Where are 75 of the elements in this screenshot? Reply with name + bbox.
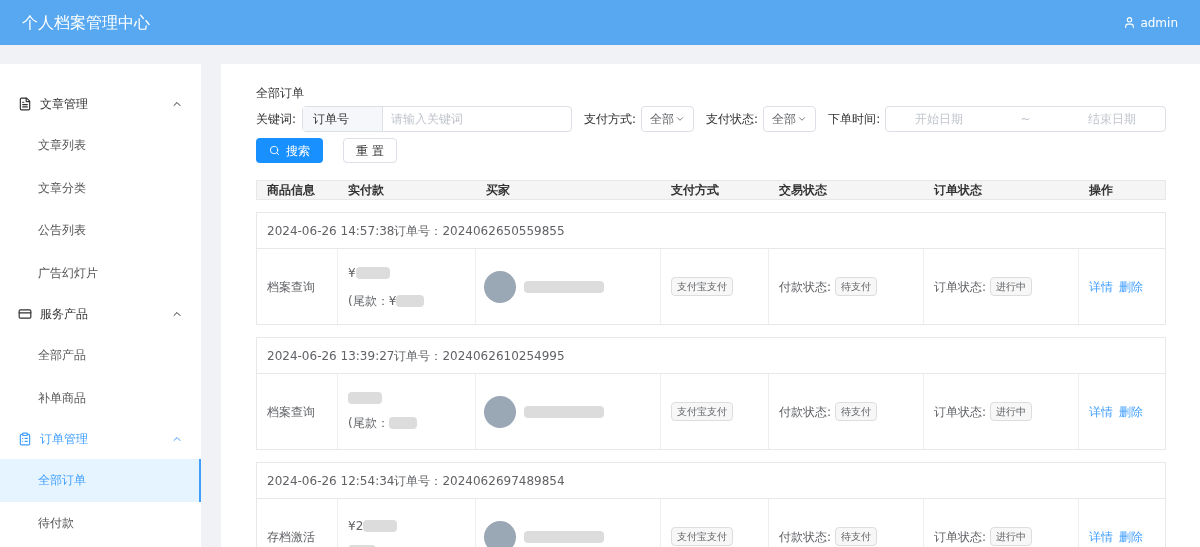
paid-amount: ¥2	[348, 517, 364, 535]
avatar	[484, 520, 516, 547]
product-name: 存档激活	[267, 528, 315, 546]
blurred-text	[396, 294, 425, 307]
product-name: 档案查询	[267, 278, 315, 296]
paid-amount: ¥	[348, 264, 356, 282]
page-title: 全部订单	[256, 85, 305, 102]
select-value: 全部	[772, 111, 797, 128]
menu-item[interactable]: 广告幻灯片	[0, 251, 201, 294]
chevron-down-icon	[797, 114, 808, 124]
filter-label: 支付方式:	[584, 111, 637, 128]
pay-method-select[interactable]: 全部	[641, 106, 695, 132]
menu-item[interactable]: 公告列表	[0, 209, 201, 252]
pay-method-tag: 支付宝支付	[671, 527, 733, 546]
status-label: 订单状态:	[934, 278, 987, 296]
menu-item[interactable]: 待付款	[0, 501, 201, 544]
menu-icon	[18, 432, 32, 446]
pay-status-select[interactable]: 全部	[763, 106, 817, 132]
range-separator: ~	[1020, 111, 1031, 128]
status-label: 付款状态:	[779, 403, 832, 421]
menu-group-label: 文章管理	[40, 96, 89, 113]
keyword-field[interactable]: 订单号 请输入关键词	[302, 106, 573, 132]
menu-icon	[18, 307, 32, 321]
menu-item[interactable]: 全部产品	[0, 334, 201, 377]
pay-status-tag: 待支付	[835, 402, 878, 421]
blurred-text	[348, 391, 382, 404]
pay-status-tag: 待支付	[835, 527, 878, 546]
order-meta: 2024-06-26 13:39:27订单号：2024062610254995	[267, 347, 565, 365]
filter-label: 支付状态:	[706, 111, 759, 128]
column-header: 实付款	[347, 182, 385, 199]
pay-method-tag: 支付宝支付	[671, 402, 733, 421]
balance-amount: (尾款：¥	[348, 292, 397, 310]
avatar	[484, 395, 516, 428]
menu-icon	[18, 97, 32, 111]
menu-item[interactable]: 文章分类	[0, 166, 201, 209]
filter-label: 下单时间:	[828, 111, 881, 128]
product-name: 档案查询	[267, 403, 315, 421]
menu-group[interactable]: 服务产品	[0, 294, 201, 334]
app-title: 个人档案管理中心	[22, 11, 150, 34]
blurred-text	[388, 416, 417, 429]
order-meta: 2024-06-26 14:57:38订单号：2024062650559855	[267, 222, 565, 240]
select-value: 全部	[650, 111, 675, 128]
column-header: 买家	[485, 182, 511, 199]
order-status-tag: 进行中	[990, 277, 1033, 296]
keyword-type-select[interactable]: 订单号	[303, 107, 384, 131]
status-label: 订单状态:	[934, 403, 987, 421]
pay-method-tag: 支付宝支付	[671, 277, 733, 296]
balance-amount: (尾款：	[348, 414, 389, 432]
chevron-down-icon	[675, 114, 686, 124]
filter-label: 关键词:	[256, 111, 297, 128]
menu-item[interactable]: 补单商品	[0, 376, 201, 419]
avatar	[484, 270, 516, 303]
column-header: 交易状态	[778, 182, 828, 199]
menu-group[interactable]: 文章管理	[0, 84, 201, 124]
reset-button[interactable]: 重 置	[343, 138, 397, 163]
order-status-tag: 进行中	[990, 527, 1033, 546]
menu-group-label: 订单管理	[40, 431, 89, 448]
user-icon	[1123, 16, 1137, 29]
order-status-tag: 进行中	[990, 402, 1033, 421]
status-label: 付款状态:	[779, 278, 832, 296]
pay-status-tag: 待支付	[835, 277, 878, 296]
end-date-placeholder: 结束日期	[1088, 111, 1137, 128]
column-header: 订单状态	[932, 182, 983, 199]
start-date-placeholder: 开始日期	[914, 111, 963, 128]
column-header: 操作	[1088, 182, 1114, 199]
search-icon	[269, 145, 280, 156]
blurred-text	[363, 519, 398, 532]
menu-group-label: 服务产品	[40, 306, 89, 323]
order-meta: 2024-06-26 12:54:34订单号：2024062697489854	[267, 472, 565, 490]
blurred-text	[355, 266, 390, 279]
menu-item[interactable]: 文章列表	[0, 124, 201, 167]
status-label: 付款状态:	[779, 528, 832, 546]
status-label: 订单状态:	[934, 528, 987, 546]
column-header: 支付方式	[670, 182, 720, 199]
column-header: 商品信息	[266, 182, 316, 199]
